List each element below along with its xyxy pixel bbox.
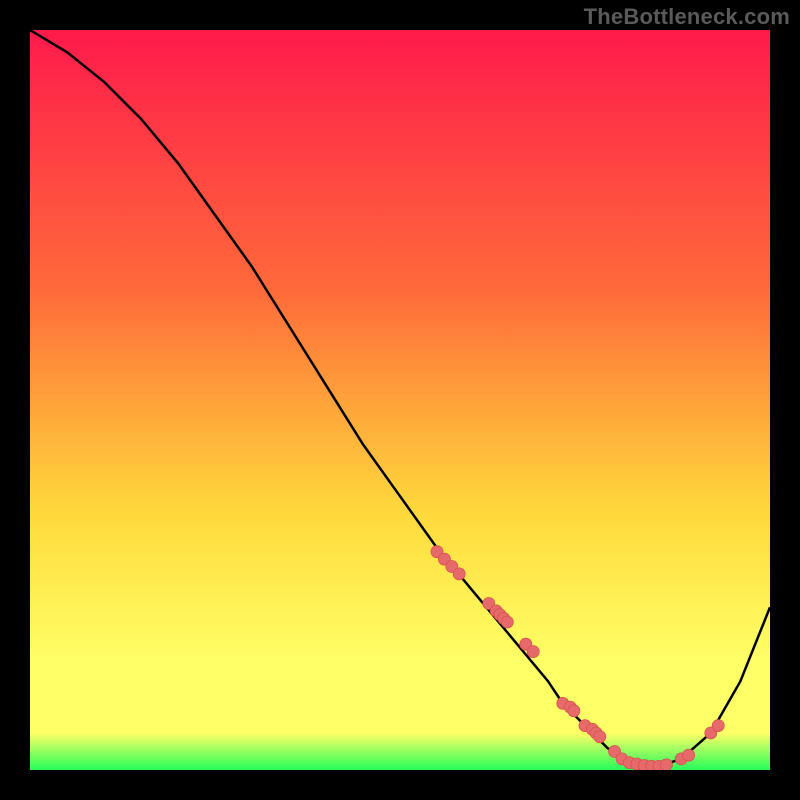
data-point [594, 731, 606, 743]
data-point [568, 705, 580, 717]
chart-stage: TheBottleneck.com [0, 0, 800, 800]
gradient-background [30, 30, 770, 770]
data-point [453, 568, 465, 580]
data-point [660, 759, 672, 770]
data-point [501, 616, 513, 628]
data-point [683, 749, 695, 761]
watermark-label: TheBottleneck.com [584, 4, 790, 30]
data-point [527, 646, 539, 658]
data-point [712, 720, 724, 732]
chart-plot [30, 30, 770, 770]
chart-svg [30, 30, 770, 770]
